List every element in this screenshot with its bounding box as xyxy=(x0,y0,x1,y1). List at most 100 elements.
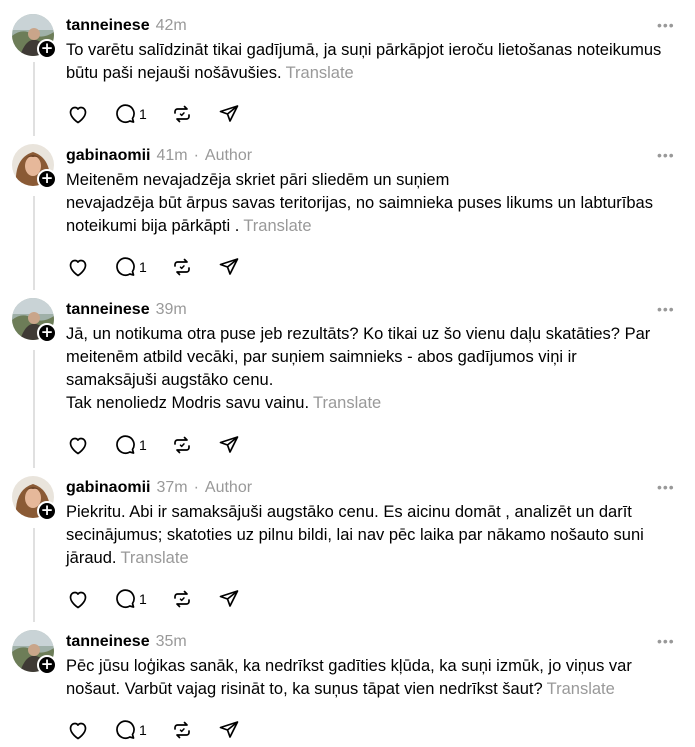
repost-icon xyxy=(173,258,190,276)
post-text-line: nevajadzēja būt ārpus savas teritorijas,… xyxy=(66,194,653,212)
author-label: Author xyxy=(204,479,253,496)
reply-bubble-icon xyxy=(116,435,135,455)
avatar[interactable]: + xyxy=(12,14,57,59)
send-icon xyxy=(219,436,239,453)
heart-icon xyxy=(69,722,87,740)
post-text-line: noteikumi bija pārkāpti . xyxy=(66,217,240,235)
post-text-line: nošaut. Varbūt vajag risināt to, ka suņu… xyxy=(66,680,543,698)
share-button[interactable] xyxy=(217,587,241,611)
reply-count: 1 xyxy=(139,437,147,453)
like-button[interactable] xyxy=(66,433,90,457)
repost-button[interactable] xyxy=(170,587,194,611)
post-text-line: meitenēm atbild vecāki, par suņiem saimn… xyxy=(66,348,577,366)
translate-link[interactable]: Translate xyxy=(547,680,615,698)
share-button[interactable] xyxy=(217,102,241,126)
reply-count: 1 xyxy=(139,259,147,275)
repost-button[interactable] xyxy=(170,255,194,279)
reply-bubble-icon xyxy=(116,589,135,609)
post-text: Pēc jūsu loģikas sanāk, ka nedrīkst gadī… xyxy=(66,655,686,701)
post-text: Jā, un notikuma otra puse jeb rezultāts?… xyxy=(66,323,686,415)
more-dots-icon[interactable]: ••• xyxy=(657,148,677,162)
reply-button[interactable]: 1 xyxy=(113,102,147,126)
post-text-line: Jā, un notikuma otra puse jeb rezultāts?… xyxy=(66,325,651,343)
avatar[interactable]: + xyxy=(12,630,57,675)
more-dots-icon[interactable]: ••• xyxy=(657,18,677,32)
repost-button[interactable] xyxy=(170,718,194,742)
translate-link[interactable]: Translate xyxy=(313,394,381,412)
share-button[interactable] xyxy=(217,718,241,742)
like-button[interactable] xyxy=(66,587,90,611)
like-button[interactable] xyxy=(66,102,90,126)
author-label: Author xyxy=(204,147,253,164)
reply-bubble-icon xyxy=(116,257,135,277)
username[interactable]: tanneinese xyxy=(66,17,150,35)
post-text: Piekritu. Abi ir samaksājuši augstāko ce… xyxy=(66,501,686,570)
more-dots-icon[interactable]: ••• xyxy=(657,634,677,648)
heart-icon xyxy=(69,437,87,455)
follow-plus-icon[interactable]: + xyxy=(37,655,57,675)
like-button[interactable] xyxy=(66,718,90,742)
avatar[interactable]: + xyxy=(12,144,57,189)
heart-icon xyxy=(69,106,87,124)
reply-button[interactable]: 1 xyxy=(113,718,147,742)
post-text-line: secinājumus; skatoties uz pilnu bildi, l… xyxy=(66,526,644,544)
username[interactable]: tanneinese xyxy=(66,633,150,651)
translate-link[interactable]: Translate xyxy=(120,549,188,567)
action-bar: 1 xyxy=(66,255,264,279)
timestamp[interactable]: 41m xyxy=(156,147,187,165)
repost-icon xyxy=(173,721,190,739)
reply-count: 1 xyxy=(139,591,147,607)
reply-button[interactable]: 1 xyxy=(113,433,147,457)
heart-icon xyxy=(69,259,87,277)
repost-icon xyxy=(173,436,190,454)
send-icon xyxy=(219,105,239,122)
translate-link[interactable]: Translate xyxy=(286,64,354,82)
post-text-line: Pēc jūsu loģikas sanāk, ka nedrīkst gadī… xyxy=(66,657,632,675)
post-text-line: samaksājuši augstāko cenu. xyxy=(66,371,274,389)
follow-plus-icon[interactable]: + xyxy=(37,39,57,59)
heart-icon xyxy=(69,591,87,609)
timestamp[interactable]: 37m xyxy=(156,479,187,497)
repost-button[interactable] xyxy=(170,433,194,457)
thread-post: + gabinaomii 41m · Author ••• Meitenēm n… xyxy=(0,144,695,284)
action-bar: 1 xyxy=(66,587,264,611)
follow-plus-icon[interactable]: + xyxy=(37,323,57,343)
post-text-line: būtu paši nejauši nošāvušies. xyxy=(66,64,282,82)
timestamp[interactable]: 42m xyxy=(156,17,187,35)
follow-plus-icon[interactable]: + xyxy=(37,501,57,521)
username[interactable]: gabinaomii xyxy=(66,479,150,497)
send-icon xyxy=(219,721,239,738)
repost-button[interactable] xyxy=(170,102,194,126)
like-button[interactable] xyxy=(66,255,90,279)
more-dots-icon[interactable]: ••• xyxy=(657,480,677,494)
timestamp[interactable]: 39m xyxy=(156,301,187,319)
share-button[interactable] xyxy=(217,433,241,457)
username[interactable]: gabinaomii xyxy=(66,147,150,165)
send-icon xyxy=(219,590,239,607)
reply-button[interactable]: 1 xyxy=(113,255,147,279)
avatar[interactable]: + xyxy=(12,476,57,521)
thread-post: + gabinaomii 37m · Author ••• Piekritu. … xyxy=(0,476,695,616)
send-icon xyxy=(219,258,239,275)
username[interactable]: tanneinese xyxy=(66,301,150,319)
more-dots-icon[interactable]: ••• xyxy=(657,302,677,316)
thread-post: + tanneinese 39m ••• Jā, un notikuma otr… xyxy=(0,298,695,463)
reply-count: 1 xyxy=(139,106,147,122)
post-text-line: Piekritu. Abi ir samaksājuši augstāko ce… xyxy=(66,503,632,521)
timestamp[interactable]: 35m xyxy=(156,633,187,651)
repost-icon xyxy=(173,105,190,123)
repost-icon xyxy=(173,590,190,608)
reply-count: 1 xyxy=(139,722,147,738)
translate-link[interactable]: Translate xyxy=(243,217,311,235)
reply-bubble-icon xyxy=(116,104,135,124)
avatar[interactable]: + xyxy=(12,298,57,343)
action-bar: 1 xyxy=(66,433,264,457)
thread-post: + tanneinese 35m ••• Pēc jūsu loģikas sa… xyxy=(0,630,695,747)
follow-plus-icon[interactable]: + xyxy=(37,169,57,189)
reply-bubble-icon xyxy=(116,720,135,740)
reply-button[interactable]: 1 xyxy=(113,587,147,611)
post-text: To varētu salīdzināt tikai gadījumā, ja … xyxy=(66,39,686,85)
post-text-line: jāraud. xyxy=(66,549,117,567)
action-bar: 1 xyxy=(66,102,264,126)
share-button[interactable] xyxy=(217,255,241,279)
